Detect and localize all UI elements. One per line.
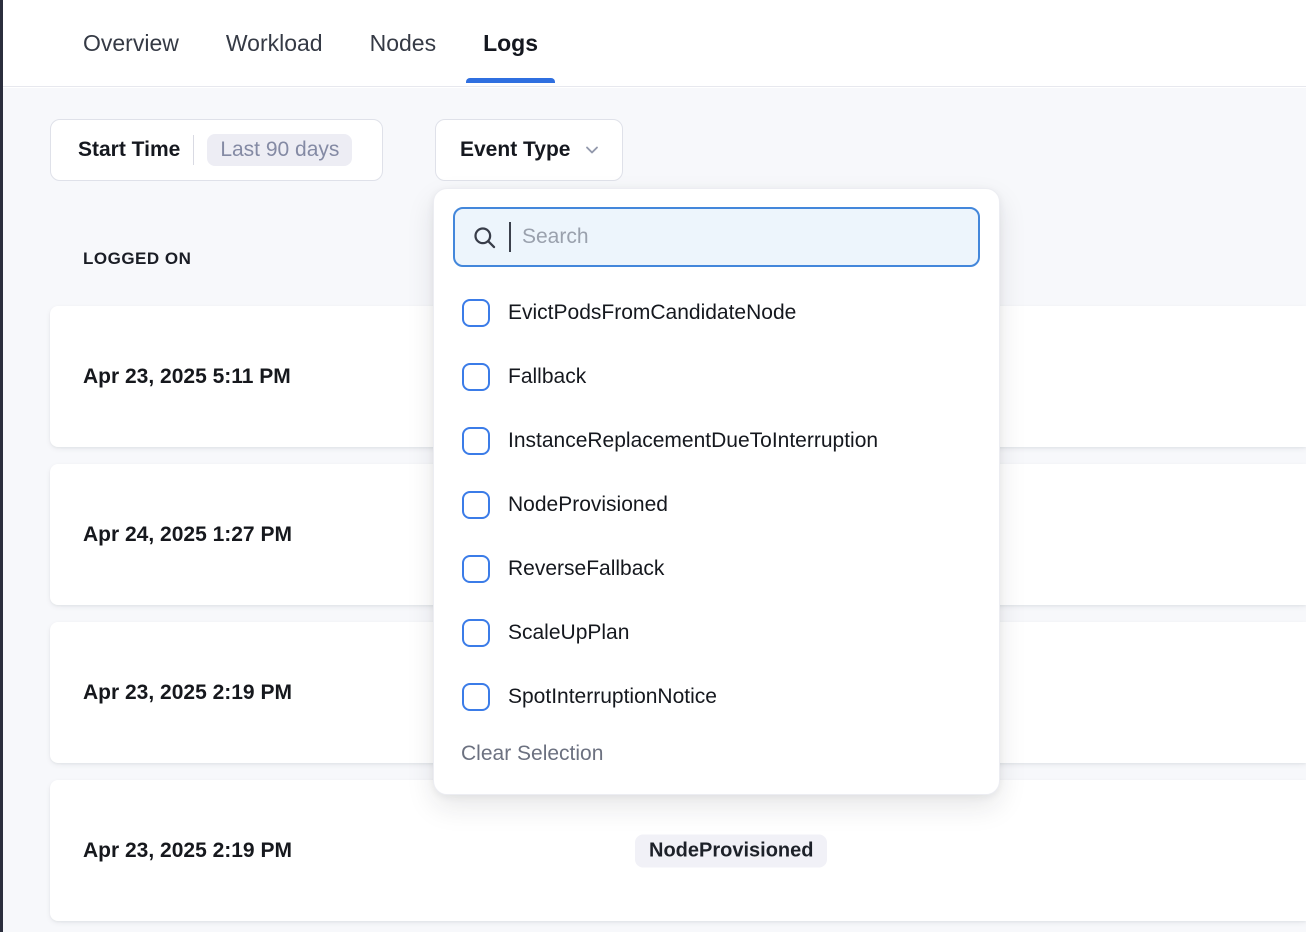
- window-edge: [0, 0, 3, 932]
- option-label: NodeProvisioned: [508, 493, 668, 517]
- option-scaleupplan[interactable]: ScaleUpPlan: [434, 601, 999, 665]
- event-type-options-list: EvictPodsFromCandidateNode Fallback Inst…: [434, 267, 999, 729]
- search-icon: [471, 224, 498, 251]
- logged-on-value: Apr 23, 2025 5:11 PM: [83, 365, 291, 389]
- search-input[interactable]: [522, 225, 962, 249]
- option-label: InstanceReplacementDueToInterruption: [508, 429, 878, 453]
- checkbox[interactable]: [462, 363, 490, 391]
- option-evictpodsfromcandidatenode[interactable]: EvictPodsFromCandidateNode: [434, 281, 999, 345]
- option-reversefallback[interactable]: ReverseFallback: [434, 537, 999, 601]
- option-label: SpotInterruptionNotice: [508, 685, 717, 709]
- text-caret: [509, 222, 511, 252]
- event-type-filter-button[interactable]: Event Type: [435, 119, 623, 181]
- start-time-value-chip: Last 90 days: [207, 134, 352, 166]
- start-time-filter-button[interactable]: Start Time Last 90 days: [50, 119, 383, 181]
- tab-workload[interactable]: Workload: [226, 0, 323, 86]
- start-time-label: Start Time: [78, 138, 180, 162]
- clear-selection-button[interactable]: Clear Selection: [461, 742, 603, 766]
- option-label: ScaleUpPlan: [508, 621, 629, 645]
- tab-nodes[interactable]: Nodes: [370, 0, 436, 86]
- option-spotinterruptionnotice[interactable]: SpotInterruptionNotice: [434, 665, 999, 729]
- logged-on-value: Apr 23, 2025 2:19 PM: [83, 839, 292, 863]
- logged-on-value: Apr 24, 2025 1:27 PM: [83, 523, 292, 547]
- option-label: Fallback: [508, 365, 586, 389]
- chevron-down-icon: [582, 140, 602, 160]
- tab-overview[interactable]: Overview: [83, 0, 179, 86]
- checkbox[interactable]: [462, 299, 490, 327]
- event-type-badge: NodeProvisioned: [635, 834, 827, 867]
- tab-logs[interactable]: Logs: [483, 0, 538, 86]
- checkbox[interactable]: [462, 683, 490, 711]
- tab-bar: Overview Workload Nodes Logs: [0, 0, 1306, 87]
- checkbox[interactable]: [462, 491, 490, 519]
- event-type-label: Event Type: [460, 138, 570, 162]
- option-label: EvictPodsFromCandidateNode: [508, 301, 796, 325]
- event-type-dropdown-panel: EvictPodsFromCandidateNode Fallback Inst…: [433, 188, 1000, 795]
- option-nodeprovisioned[interactable]: NodeProvisioned: [434, 473, 999, 537]
- column-header-logged-on: LOGGED ON: [83, 249, 191, 269]
- option-label: ReverseFallback: [508, 557, 664, 581]
- dropdown-search-box[interactable]: [453, 207, 980, 267]
- checkbox[interactable]: [462, 619, 490, 647]
- logs-page: Start Time Last 90 days Event Type LOGGE…: [0, 88, 1306, 932]
- checkbox[interactable]: [462, 555, 490, 583]
- filter-separator: [193, 135, 194, 165]
- checkbox[interactable]: [462, 427, 490, 455]
- table-row[interactable]: Apr 23, 2025 2:19 PM NodeProvisioned: [50, 780, 1306, 921]
- logged-on-value: Apr 23, 2025 2:19 PM: [83, 681, 292, 705]
- option-instancereplacementduetointerruption[interactable]: InstanceReplacementDueToInterruption: [434, 409, 999, 473]
- option-fallback[interactable]: Fallback: [434, 345, 999, 409]
